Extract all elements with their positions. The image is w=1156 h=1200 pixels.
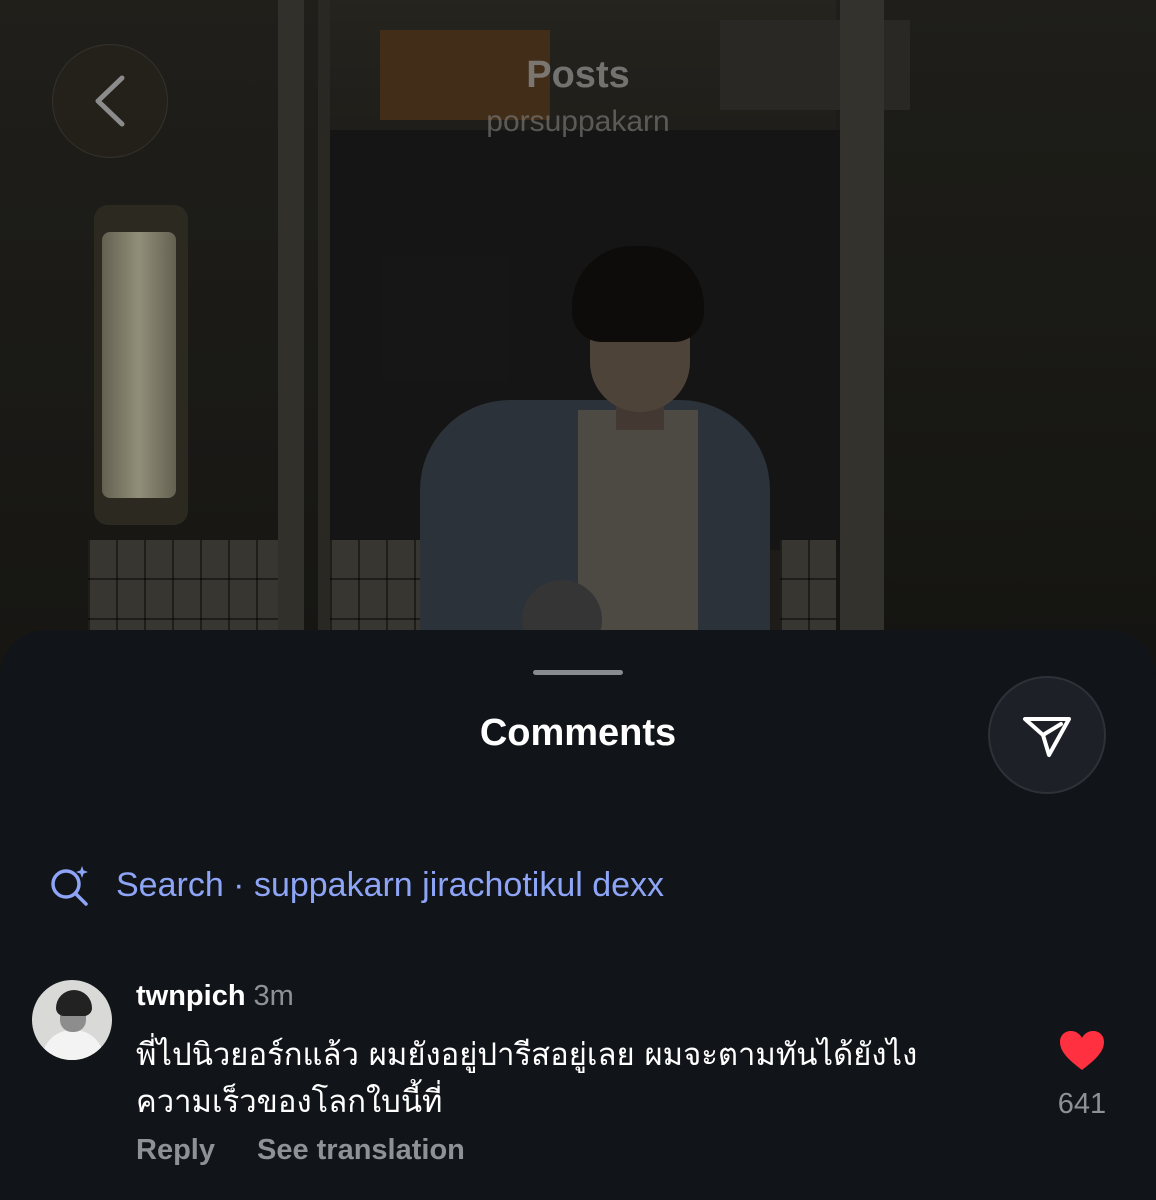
comment-item: twnpich 3m พี่ไปนิวยอร์กแล้ว ผมยังอยู่ปาร… bbox=[0, 978, 1156, 1188]
see-translation-button[interactable]: See translation bbox=[257, 1134, 465, 1166]
page-subtitle-username[interactable]: porsuppakarn bbox=[0, 105, 1156, 139]
screen: Posts porsuppakarn Comments Search · sup… bbox=[0, 0, 1156, 1200]
sheet-title: Comments bbox=[479, 712, 677, 754]
page-title: Posts bbox=[526, 54, 630, 96]
comments-sheet: Comments Search · suppakarn jirachotikul… bbox=[0, 630, 1156, 1200]
comment-search[interactable]: Search · suppakarn jirachotikul dexx bbox=[48, 864, 664, 906]
comment-text: พี่ไปนิวยอร์กแล้ว ผมยังอยู่ปารีสอยู่เลย … bbox=[136, 1037, 918, 1120]
comment-header: twnpich 3m bbox=[136, 980, 294, 1013]
avatar[interactable] bbox=[32, 980, 112, 1060]
sheet-grabber[interactable] bbox=[533, 670, 623, 675]
ai-search-icon bbox=[51, 866, 88, 906]
like-count: 641 bbox=[1057, 1088, 1107, 1120]
reply-button[interactable]: Reply bbox=[136, 1134, 215, 1166]
heart-icon[interactable] bbox=[1059, 1030, 1105, 1072]
share-button[interactable] bbox=[988, 676, 1106, 794]
search-label: Search · suppakarn jirachotikul dexx bbox=[116, 865, 665, 904]
comment-time: 3m bbox=[253, 980, 294, 1012]
comment-actions: Reply See translation bbox=[136, 1134, 465, 1167]
comment-username[interactable]: twnpich bbox=[136, 980, 246, 1012]
send-icon bbox=[1023, 717, 1071, 757]
